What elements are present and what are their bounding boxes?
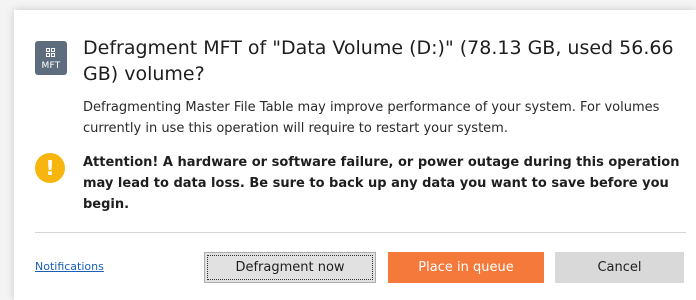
place-in-queue-button[interactable]: Place in queue	[388, 252, 544, 283]
mft-icon-label: MFT	[41, 60, 61, 71]
dialog-description: Defragmenting Master File Table may impr…	[83, 100, 660, 136]
defragment-mft-dialog: MFT Defragment MFT of "Data Volume (D:)"…	[14, 10, 696, 300]
divider	[35, 232, 686, 233]
warning-icon: !	[35, 153, 65, 183]
dialog-title: Defragment MFT of "Data Volume (D:)" (78…	[83, 37, 674, 85]
notifications-link[interactable]: Notifications	[35, 260, 104, 273]
defragment-now-button[interactable]: Defragment now	[204, 252, 376, 283]
warning-text: Attention! A hardware or software failur…	[83, 155, 680, 212]
mft-icon: MFT	[35, 41, 67, 75]
cancel-button[interactable]: Cancel	[555, 252, 684, 283]
blocks-glyph	[45, 47, 57, 59]
